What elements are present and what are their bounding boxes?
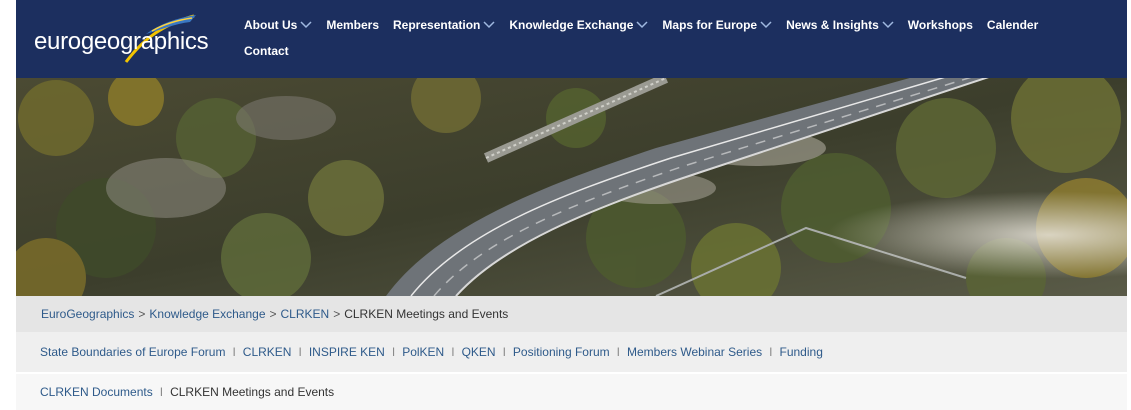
nav-item-label: Workshops <box>907 18 973 32</box>
breadcrumb-link-clrken[interactable]: CLRKEN <box>281 307 330 321</box>
subnav-link-clrken[interactable]: CLRKEN <box>243 345 292 359</box>
nav-item-label: Knowledge Exchange <box>509 18 634 32</box>
section-subnav-secondary: CLRKEN Documents I CLRKEN Meetings and Eve… <box>16 374 1127 410</box>
nav-item-label: Contact <box>244 44 289 58</box>
breadcrumb-current: CLRKEN Meetings and Events <box>344 307 509 321</box>
hero-aerial-road-image <box>16 78 1127 296</box>
subnav-link-qken[interactable]: QKEN <box>462 345 496 359</box>
subnav-link-clrken-meetings-and-events[interactable]: CLRKEN Meetings and Events <box>170 385 334 399</box>
breadcrumb-link-eurogeographics[interactable]: EuroGeographics <box>41 307 134 321</box>
subnav-separator: I <box>502 345 506 359</box>
subnav-separator: I <box>769 345 773 359</box>
site-header: eurogeographics About Us Members Represent… <box>16 0 1127 78</box>
nav-item-members[interactable]: Members <box>326 18 379 32</box>
subnav-separator: I <box>451 345 455 359</box>
nav-item-label: About Us <box>244 18 298 32</box>
subnav-separator: I <box>159 385 164 399</box>
nav-item-label: Members <box>326 18 380 32</box>
logo[interactable]: eurogeographics <box>34 14 209 66</box>
breadcrumb-separator: > <box>333 307 341 321</box>
subnav-link-inspire-ken[interactable]: INSPIRE KEN <box>309 345 385 359</box>
subnav-separator: I <box>232 345 236 359</box>
subnav-link-state-boundaries-of-europe-forum[interactable]: State Boundaries of Europe Forum <box>40 345 225 359</box>
subnav-separator: I <box>298 345 302 359</box>
section-subnav-list: State Boundaries of Europe Forum I CLRKEN I… <box>40 345 823 359</box>
chevron-down-icon <box>882 21 894 29</box>
nav-item-label: Representation <box>393 18 481 32</box>
nav-item-label: News & Insights <box>786 18 879 32</box>
nav-item-label: Calender <box>986 18 1039 32</box>
nav-item-representation[interactable]: Representation <box>393 18 495 32</box>
nav-item-maps-for-europe[interactable]: Maps for Europe <box>662 18 772 32</box>
subnav-link-funding[interactable]: Funding <box>780 345 823 359</box>
nav-item-about-us[interactable]: About Us <box>244 18 312 32</box>
breadcrumb-list: EuroGeographics > Knowledge Exchange > CLRKE… <box>41 307 508 321</box>
main-nav: About Us Members Representation Knowledge E… <box>244 14 1124 62</box>
subnav-separator: I <box>391 345 396 359</box>
hero-image <box>16 78 1127 296</box>
breadcrumb-separator: > <box>138 307 146 321</box>
subnav-link-polken[interactable]: PolKEN <box>402 345 444 359</box>
breadcrumb-separator: > <box>269 307 277 321</box>
logo-text: eurogeographics <box>34 28 209 55</box>
main-nav-row-2: Contact <box>244 40 1124 62</box>
nav-item-knowledge-exchange[interactable]: Knowledge Exchange <box>509 18 648 32</box>
chevron-down-icon <box>483 21 495 29</box>
chevron-down-icon <box>636 21 648 29</box>
subnav-separator: I <box>616 345 620 359</box>
nav-item-workshops[interactable]: Workshops <box>908 18 973 32</box>
page-frame: eurogeographics About Us Members Represent… <box>16 0 1127 410</box>
section-subnav: State Boundaries of Europe Forum I CLRKEN I… <box>16 332 1127 372</box>
main-nav-row: About Us Members Representation Knowledge E… <box>244 14 1124 36</box>
nav-item-calender[interactable]: Calender <box>987 18 1038 32</box>
nav-item-news-and-insights[interactable]: News & Insights <box>786 18 894 32</box>
breadcrumb: EuroGeographics > Knowledge Exchange > CLRKE… <box>16 296 1127 332</box>
nav-item-label: Maps for Europe <box>662 18 758 32</box>
subnav-link-positioning-forum[interactable]: Positioning Forum <box>513 345 610 359</box>
breadcrumb-link-knowledge-exchange[interactable]: Knowledge Exchange <box>149 307 265 321</box>
nav-item-contact[interactable]: Contact <box>244 44 289 58</box>
chevron-down-icon <box>760 21 772 29</box>
chevron-down-icon <box>300 21 312 29</box>
section-subnav-secondary-list: CLRKEN Documents I CLRKEN Meetings and Eve… <box>40 385 334 399</box>
subnav-link-members-webinar-series[interactable]: Members Webinar Series <box>627 345 762 359</box>
subnav-link-clrken-documents[interactable]: CLRKEN Documents <box>40 385 153 399</box>
